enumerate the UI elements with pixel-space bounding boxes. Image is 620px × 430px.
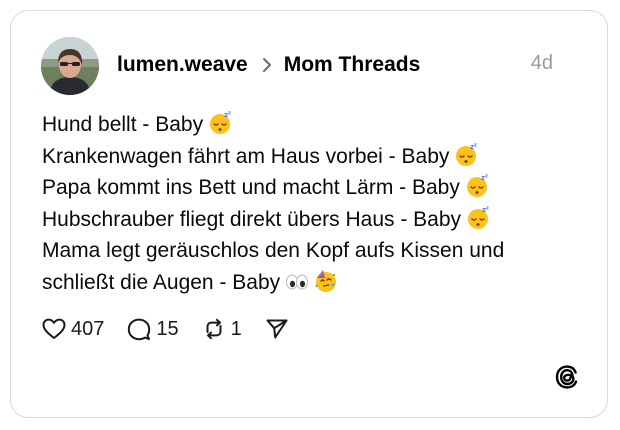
like-button[interactable]: 407 bbox=[41, 316, 104, 342]
post-line-text: Hubschrauber fliegt direkt übers Haus - … bbox=[42, 207, 462, 231]
post-line: Hund bellt - Baby z z bbox=[42, 109, 562, 141]
repost-count: 1 bbox=[230, 317, 242, 340]
post-line: Krankenwagen fährt am Haus vorbei - Baby… bbox=[42, 141, 562, 173]
share-button[interactable] bbox=[264, 316, 294, 342]
svg-text:z: z bbox=[486, 206, 489, 212]
eyes-emoji-icon bbox=[285, 269, 309, 293]
community-name[interactable]: Mom Threads bbox=[284, 53, 421, 77]
svg-text:z: z bbox=[474, 143, 477, 149]
post-line: Papa kommt ins Bett und macht Lärm - Bab… bbox=[42, 172, 562, 204]
post-line-text: Mama legt geräuschlos den Kopf aufs Kiss… bbox=[42, 239, 505, 262]
heart-icon bbox=[41, 316, 67, 342]
timestamp: 4d bbox=[530, 52, 553, 74]
post-line: Mama legt geräuschlos den Kopf aufs Kiss… bbox=[42, 235, 562, 267]
username[interactable]: lumen.weave bbox=[117, 53, 248, 77]
post-line-text: Krankenwagen fährt am Haus vorbei - Baby bbox=[42, 144, 450, 168]
sleeping-face-emoji-icon: zz bbox=[454, 143, 478, 167]
partying-face-emoji-icon bbox=[314, 269, 338, 293]
post-line-text: schließt die Augen - Baby bbox=[42, 270, 281, 294]
post-header: lumen.weave Mom Threads bbox=[117, 51, 420, 79]
avatar[interactable] bbox=[41, 37, 99, 95]
svg-text:z: z bbox=[485, 174, 488, 180]
chevron-right-icon bbox=[260, 56, 274, 74]
post-line: schließt die Augen - Baby bbox=[42, 267, 562, 299]
post-body: Hund bellt - Baby z z Krankenwagen fährt a… bbox=[42, 109, 562, 298]
repost-icon bbox=[201, 316, 227, 342]
reply-count: 15 bbox=[156, 317, 179, 340]
speech-bubble-icon bbox=[126, 316, 152, 342]
sleeping-face-emoji-icon: zz bbox=[208, 111, 232, 135]
sleeping-face-emoji-icon: zz bbox=[466, 206, 490, 230]
post-line: Hubschrauber fliegt direkt übers Haus - … bbox=[42, 204, 562, 236]
threads-logo-icon[interactable] bbox=[553, 363, 581, 391]
post-actions: 407 15 1 bbox=[41, 314, 316, 344]
sleeping-face-emoji-icon: zz bbox=[465, 174, 489, 198]
like-count: 407 bbox=[71, 317, 105, 340]
send-icon bbox=[264, 316, 290, 342]
post-line-text: Papa kommt ins Bett und macht Lärm - Bab… bbox=[42, 176, 460, 199]
reply-button[interactable]: 15 bbox=[126, 316, 179, 342]
post-line-text: Hund bellt - Baby bbox=[42, 113, 204, 136]
svg-text:z: z bbox=[228, 111, 231, 117]
repost-button[interactable]: 1 bbox=[201, 316, 242, 342]
post-card: lumen.weave Mom Threads 4d Hund bellt - … bbox=[10, 10, 608, 418]
